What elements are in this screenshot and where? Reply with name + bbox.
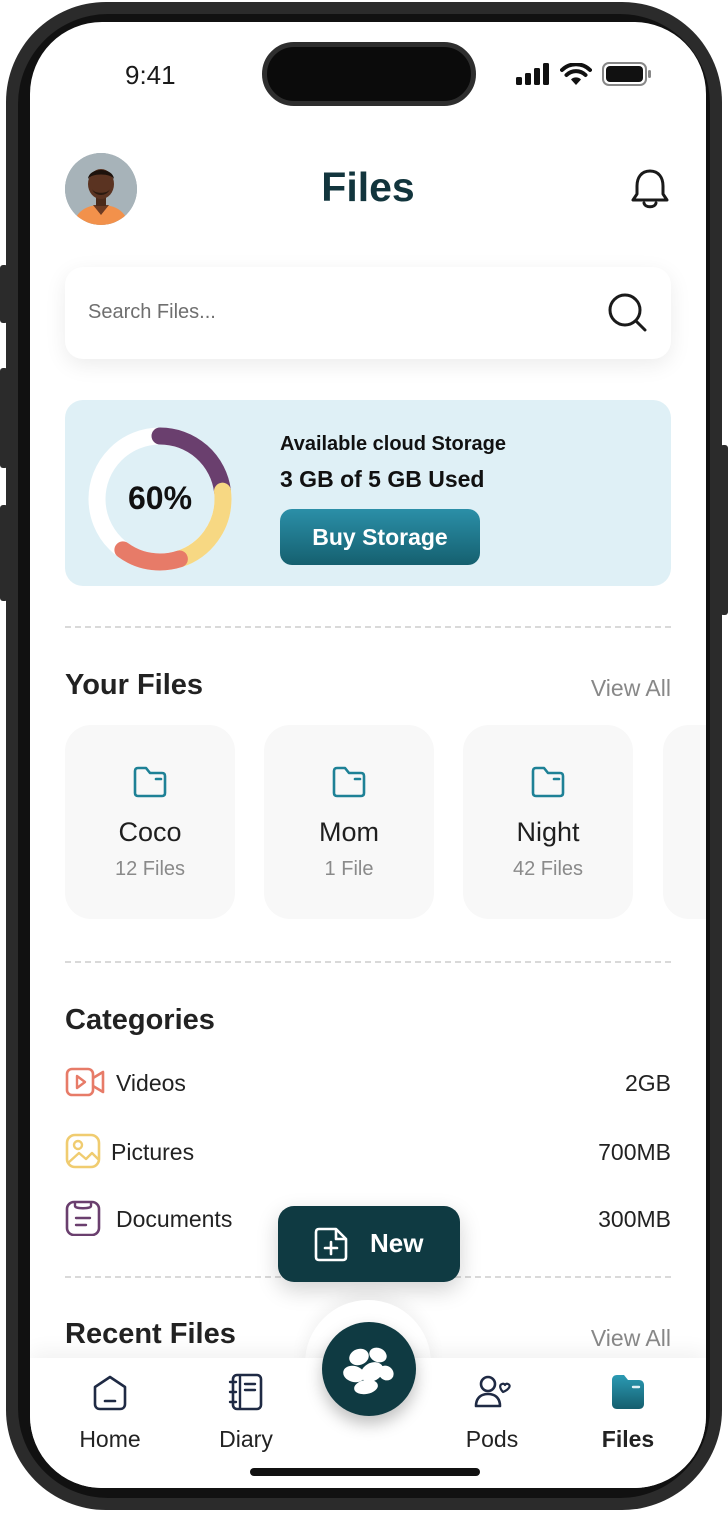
- page-title: Files: [321, 164, 415, 210]
- status-time: 9:41: [125, 60, 176, 90]
- search-input[interactable]: Search Files...: [88, 301, 216, 324]
- folder-icon: [332, 766, 366, 798]
- tab-label: Files: [601, 1426, 655, 1452]
- storage-card: 60% Available cloud Storage 3 GB of 5 GB…: [65, 400, 671, 586]
- battery-icon: [602, 62, 651, 86]
- tab-files[interactable]: Files: [578, 1372, 678, 1462]
- recent-files-view-all-link[interactable]: View All: [591, 1325, 671, 1352]
- wifi-icon: [560, 63, 592, 85]
- side-button: [0, 265, 8, 323]
- folder-file-count: 12 Files: [114, 858, 186, 880]
- category-size: 300MB: [598, 1206, 671, 1232]
- search-icon[interactable]: [607, 292, 649, 334]
- folder-card-partial[interactable]: [663, 725, 706, 919]
- new-button-label: New: [370, 1228, 424, 1258]
- dynamic-island: [262, 42, 476, 106]
- tab-label: Diary: [219, 1426, 273, 1452]
- folder-icon: [133, 766, 167, 798]
- signal-icon: [516, 63, 549, 85]
- category-label: Videos: [116, 1070, 186, 1096]
- status-icons: [516, 62, 652, 86]
- side-button: [720, 445, 728, 615]
- category-size: 2GB: [624, 1070, 671, 1096]
- files-icon: [612, 1375, 644, 1409]
- tab-label: Home: [79, 1426, 141, 1452]
- divider: [65, 961, 671, 963]
- folder-file-count: 42 Files: [512, 858, 584, 880]
- tab-pods[interactable]: Pods: [442, 1372, 542, 1462]
- home-indicator: [250, 1468, 480, 1476]
- folder-card[interactable]: Night 42 Files: [463, 725, 633, 919]
- new-button[interactable]: New: [278, 1206, 460, 1282]
- folder-card[interactable]: Coco 12 Files: [65, 725, 235, 919]
- picture-icon: [65, 1133, 101, 1169]
- category-label: Pictures: [111, 1139, 195, 1165]
- pods-logo-icon: [343, 1347, 394, 1395]
- document-icon: [65, 1200, 101, 1236]
- folder-name: Coco: [118, 817, 182, 847]
- category-row-videos[interactable]: Videos 2GB: [65, 1062, 671, 1102]
- add-file-icon: [314, 1227, 348, 1262]
- storage-percent: 60%: [127, 480, 193, 516]
- video-icon: [65, 1067, 105, 1097]
- side-button: [0, 505, 8, 601]
- tab-label: Pods: [465, 1426, 519, 1452]
- folder-file-count: 1 File: [324, 858, 374, 880]
- tab-home[interactable]: Home: [60, 1372, 160, 1462]
- storage-used: 3 GB of 5 GB Used: [280, 466, 485, 492]
- pods-icon: [474, 1375, 511, 1408]
- folder-card[interactable]: Mom 1 File: [264, 725, 434, 919]
- buy-storage-button[interactable]: Buy Storage: [280, 509, 480, 565]
- your-files-view-all-link[interactable]: View All: [591, 675, 671, 702]
- storage-title: Available cloud Storage: [280, 433, 506, 455]
- app-screen: 9:41 Files Search Files... 60% Available…: [30, 22, 706, 1488]
- tab-diary[interactable]: Diary: [196, 1372, 296, 1462]
- recent-files-title: Recent Files: [65, 1318, 236, 1350]
- tab-center-button[interactable]: [322, 1322, 416, 1416]
- diary-icon: [228, 1373, 263, 1411]
- category-label: Documents: [116, 1206, 233, 1232]
- folder-icon: [531, 766, 565, 798]
- search-bar[interactable]: Search Files...: [65, 267, 671, 359]
- category-row-pictures[interactable]: Pictures 700MB: [65, 1131, 671, 1171]
- folder-name: Mom: [319, 817, 379, 847]
- folder-name: Night: [516, 817, 580, 847]
- your-files-title: Your Files: [65, 669, 204, 701]
- bell-icon[interactable]: [630, 167, 670, 211]
- divider: [65, 626, 671, 628]
- home-icon: [93, 1375, 127, 1411]
- side-button: [0, 368, 8, 468]
- categories-title: Categories: [65, 1004, 215, 1036]
- category-size: 700MB: [598, 1139, 671, 1165]
